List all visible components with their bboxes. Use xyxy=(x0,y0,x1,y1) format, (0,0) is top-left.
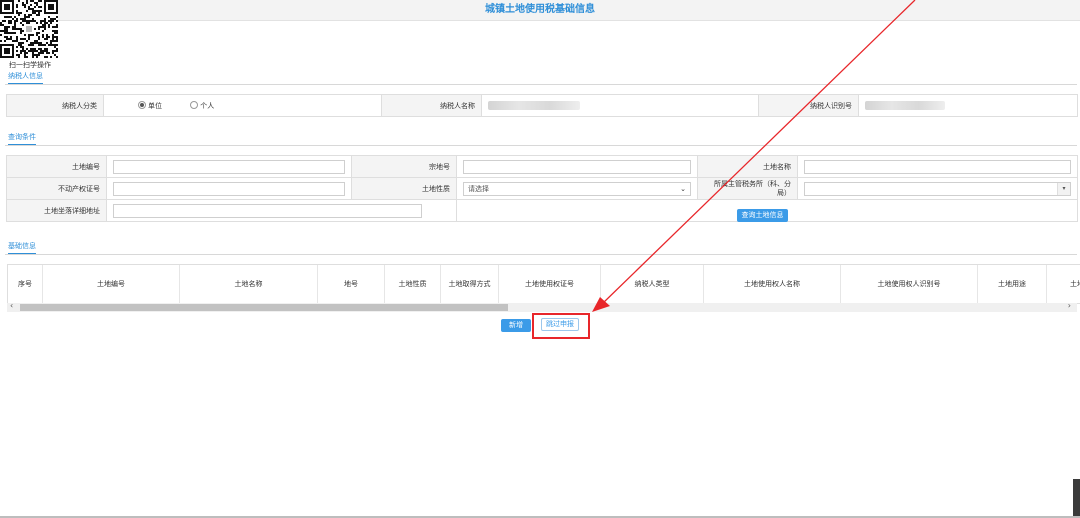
side-widget-tab[interactable] xyxy=(1073,479,1080,518)
annotation-arrow xyxy=(592,0,916,312)
